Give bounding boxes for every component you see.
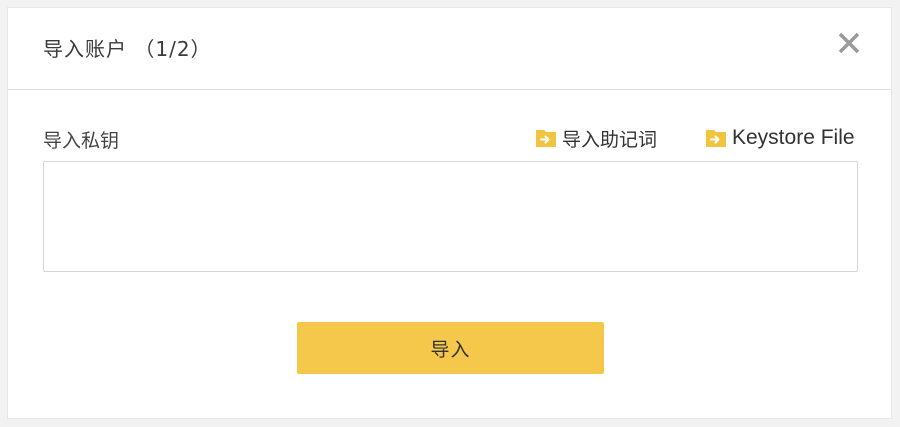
- import-mnemonic-label: 导入助记词: [562, 128, 658, 151]
- keystore-file-label: Keystore File: [732, 126, 855, 149]
- dialog-title: 导入账户 （1/2）: [43, 37, 212, 61]
- import-button[interactable]: 导入: [297, 322, 604, 374]
- import-arrow-icon: [536, 130, 556, 147]
- import-account-dialog: 导入账户 （1/2） 导入私钥 导入助记词 Keystore File 导入: [7, 7, 892, 419]
- import-mnemonic-link[interactable]: 导入助记词: [535, 126, 658, 151]
- private-key-input[interactable]: [43, 161, 858, 272]
- import-arrow-icon: [706, 130, 726, 147]
- keystore-file-link[interactable]: Keystore File: [705, 126, 855, 150]
- dialog-header: 导入账户 （1/2）: [8, 8, 891, 90]
- close-icon: [838, 32, 860, 54]
- close-button[interactable]: [834, 28, 864, 58]
- private-key-label: 导入私钥: [43, 130, 120, 152]
